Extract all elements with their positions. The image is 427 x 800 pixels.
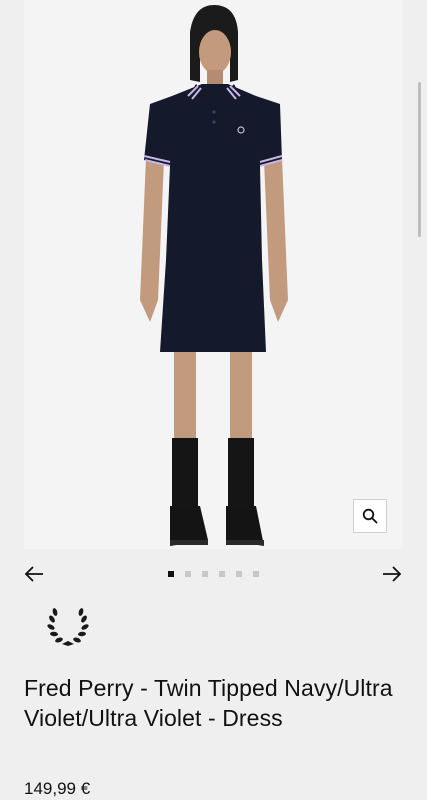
carousel-dot[interactable] xyxy=(236,571,242,577)
carousel-dot[interactable] xyxy=(219,571,225,577)
product-page: Fred Perry - Twin Tipped Navy/Ultra Viol… xyxy=(0,0,427,800)
zoom-button[interactable] xyxy=(353,499,387,533)
search-icon xyxy=(362,508,378,524)
brand-logo[interactable] xyxy=(46,606,90,648)
carousel-dots xyxy=(0,571,427,577)
carousel-nav xyxy=(0,560,427,588)
carousel-dot[interactable] xyxy=(168,571,174,577)
scrollbar[interactable] xyxy=(418,82,421,237)
carousel-dot[interactable] xyxy=(185,571,191,577)
product-title: Fred Perry - Twin Tipped Navy/Ultra Viol… xyxy=(24,675,393,731)
next-image-button[interactable] xyxy=(381,564,403,584)
product-image[interactable] xyxy=(24,0,403,549)
carousel-dot[interactable] xyxy=(253,571,259,577)
carousel-dot[interactable] xyxy=(202,571,208,577)
dress-model-photo xyxy=(24,0,403,549)
laurel-wreath-icon xyxy=(47,608,89,646)
product-price: 149,99 € xyxy=(24,779,91,798)
arrow-right-icon xyxy=(383,566,402,582)
